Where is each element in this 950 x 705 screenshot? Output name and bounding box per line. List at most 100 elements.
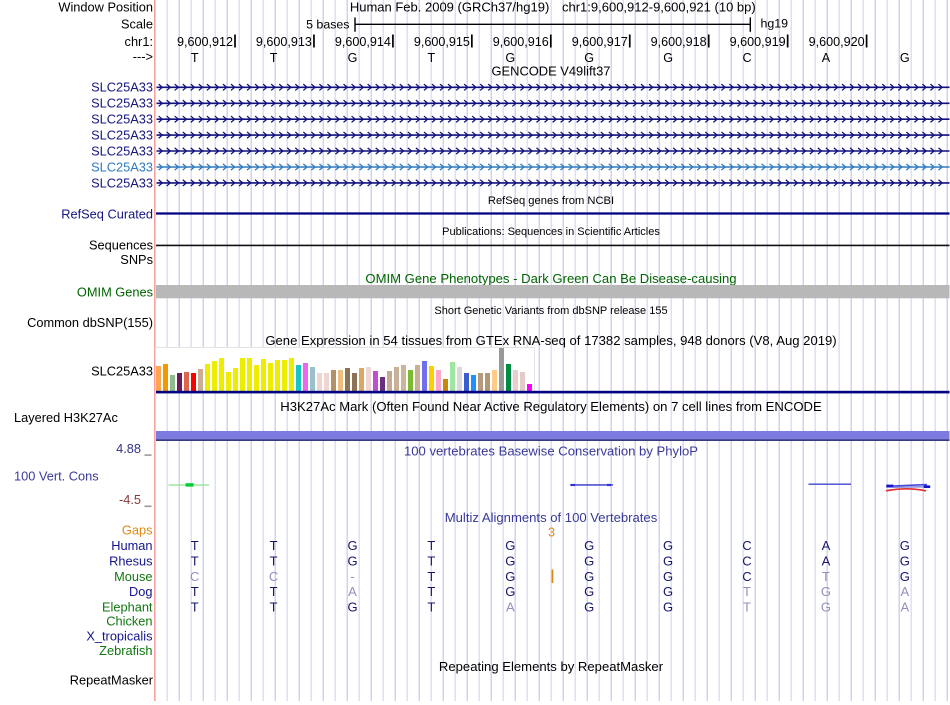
svg-text:4.88: 4.88	[116, 441, 141, 456]
svg-text:C: C	[269, 569, 278, 584]
svg-text:SNPs: SNPs	[120, 252, 153, 267]
svg-text:Human: Human	[111, 538, 152, 553]
svg-text:T: T	[270, 538, 278, 553]
svg-text:T: T	[427, 554, 435, 569]
svg-text:G: G	[900, 569, 910, 584]
svg-text:OMIM Genes: OMIM Genes	[77, 284, 153, 299]
svg-text:G: G	[505, 538, 515, 553]
svg-text:RepeatMasker: RepeatMasker	[70, 672, 154, 687]
svg-text:T: T	[743, 584, 751, 599]
svg-text:SLC25A33: SLC25A33	[91, 128, 153, 143]
svg-text:G: G	[663, 554, 673, 569]
svg-text:G: G	[900, 538, 910, 553]
svg-text:T: T	[822, 569, 830, 584]
svg-text:3: 3	[548, 525, 555, 539]
svg-text:hg19: hg19	[761, 17, 789, 31]
svg-text:Mouse: Mouse	[114, 569, 152, 584]
svg-text:A: A	[822, 51, 831, 65]
svg-text:A: A	[348, 584, 357, 599]
svg-text:-: -	[350, 569, 354, 584]
svg-text:A: A	[822, 554, 831, 569]
svg-text:9,600,915: 9,600,915	[414, 35, 470, 49]
svg-text:9,600,919: 9,600,919	[730, 35, 786, 49]
svg-text:G: G	[663, 599, 673, 614]
svg-text:Zebrafish: Zebrafish	[99, 643, 152, 658]
svg-text:Multiz Alignments of 100 Verte: Multiz Alignments of 100 Vertebrates	[445, 510, 658, 525]
svg-text:G: G	[900, 554, 910, 569]
svg-text:RefSeq Curated: RefSeq Curated	[61, 206, 153, 221]
svg-text:T: T	[270, 584, 278, 599]
svg-text:G: G	[663, 538, 673, 553]
svg-text:RefSeq genes from NCBI: RefSeq genes from NCBI	[488, 195, 614, 207]
svg-text:A: A	[506, 599, 515, 614]
svg-text:9,600,916: 9,600,916	[493, 35, 549, 49]
svg-text:SLC25A33: SLC25A33	[91, 96, 153, 111]
svg-text:-4.5: -4.5	[119, 492, 141, 507]
svg-text:9,600,917: 9,600,917	[572, 35, 628, 49]
svg-text:Short Genetic Variants from db: Short Genetic Variants from dbSNP releas…	[434, 305, 667, 317]
svg-text:C: C	[190, 569, 199, 584]
svg-text:T: T	[191, 584, 199, 599]
svg-text:G: G	[821, 584, 831, 599]
svg-text:SLC25A33: SLC25A33	[91, 363, 153, 378]
svg-text:SLC25A33: SLC25A33	[91, 143, 153, 158]
svg-text:Dog: Dog	[129, 584, 152, 599]
svg-text:T: T	[427, 569, 435, 584]
svg-text:Elephant: Elephant	[102, 599, 153, 614]
svg-text:C: C	[742, 538, 751, 553]
svg-text:Repeating Elements by RepeatMa: Repeating Elements by RepeatMasker	[439, 659, 664, 674]
svg-text:Gene Expression in 54 tissues: Gene Expression in 54 tissues from GTEx …	[265, 333, 836, 348]
svg-text:Gaps: Gaps	[122, 522, 153, 537]
svg-text:T: T	[427, 584, 435, 599]
svg-text:H3K27Ac Mark (Often Found Near: H3K27Ac Mark (Often Found Near Active Re…	[280, 399, 822, 414]
svg-text:SLC25A33: SLC25A33	[91, 159, 153, 174]
svg-text:A: A	[900, 599, 909, 614]
svg-text:G: G	[584, 554, 594, 569]
svg-text:SLC25A33: SLC25A33	[91, 175, 153, 190]
svg-text:T: T	[191, 554, 199, 569]
svg-text:G: G	[584, 599, 594, 614]
svg-text:C: C	[742, 51, 751, 65]
svg-text:T: T	[270, 554, 278, 569]
svg-text:G: G	[505, 554, 515, 569]
svg-text:C: C	[742, 569, 751, 584]
svg-text:G: G	[584, 569, 594, 584]
svg-text:T: T	[427, 538, 435, 553]
svg-text:T: T	[191, 599, 199, 614]
svg-text:Chicken: Chicken	[106, 614, 152, 629]
svg-text:T: T	[191, 538, 199, 553]
svg-text:Scale: Scale	[121, 17, 153, 32]
svg-text:G: G	[663, 569, 673, 584]
svg-text:G: G	[347, 538, 357, 553]
svg-text:9,600,912: 9,600,912	[177, 35, 233, 49]
svg-text:100 vertebrates Basewise Conse: 100 vertebrates Basewise Conservation by…	[404, 444, 698, 459]
svg-text:G: G	[584, 538, 594, 553]
svg-text:G: G	[505, 569, 515, 584]
svg-text:Sequences: Sequences	[89, 238, 153, 253]
svg-text:C: C	[742, 554, 751, 569]
svg-text:G: G	[900, 51, 910, 65]
svg-text:G: G	[663, 584, 673, 599]
svg-text:T: T	[427, 599, 435, 614]
svg-text:Rhesus: Rhesus	[109, 554, 152, 569]
svg-text:100 Vert. Cons: 100 Vert. Cons	[14, 468, 99, 483]
svg-text:G: G	[821, 599, 831, 614]
svg-text:--->: --->	[133, 49, 153, 64]
svg-text:Human Feb. 2009 (GRCh37/hg19): Human Feb. 2009 (GRCh37/hg19)	[350, 0, 549, 14]
svg-text:Window Position: Window Position	[58, 0, 153, 14]
svg-text:SLC25A33: SLC25A33	[91, 80, 153, 95]
svg-text:T: T	[428, 51, 436, 65]
svg-text:9,600,920: 9,600,920	[809, 35, 865, 49]
svg-text:chr1:9,600,912-9,600,921 (10 b: chr1:9,600,912-9,600,921 (10 bp)	[562, 0, 756, 14]
svg-text:Common dbSNP(155): Common dbSNP(155)	[27, 315, 153, 330]
svg-text:G: G	[663, 51, 673, 65]
svg-text:9,600,918: 9,600,918	[651, 35, 707, 49]
svg-text:GENCODE V49lift37: GENCODE V49lift37	[492, 64, 611, 79]
svg-text:G: G	[505, 584, 515, 599]
svg-text:G: G	[348, 51, 358, 65]
svg-text:G: G	[347, 554, 357, 569]
svg-text:OMIM Gene Phenotypes - Dark Gr: OMIM Gene Phenotypes - Dark Green Can Be…	[365, 271, 736, 286]
svg-text:T: T	[743, 599, 751, 614]
svg-text:9,600,913: 9,600,913	[256, 35, 312, 49]
svg-text:T: T	[270, 51, 278, 65]
